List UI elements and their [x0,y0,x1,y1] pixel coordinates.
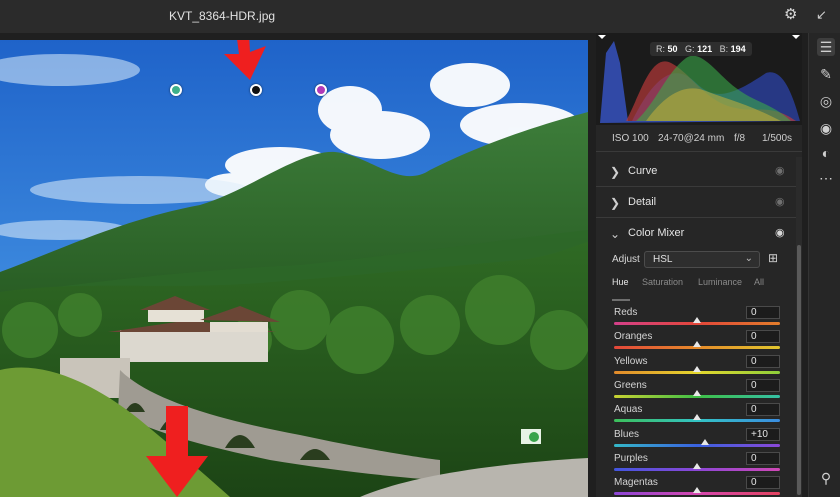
hsl-label: Purples [614,452,648,464]
annotation-arrow-down-icon [224,40,266,80]
hsl-row-reds: Reds 0 [596,306,796,330]
chevron-down-icon: ⌄ [744,253,753,264]
hsl-slider-thumb[interactable] [693,487,701,494]
chevron-right-icon[interactable]: ❯ [610,165,620,179]
section-curve[interactable]: ❯ Curve ◉ [596,157,796,187]
hsl-slider-track[interactable] [614,443,780,447]
hsl-slider-thumb[interactable] [701,438,710,445]
landscape-photo [0,40,588,497]
zoom-icon[interactable]: ⚲ [817,469,835,487]
hsl-label: Greens [614,379,647,391]
hsl-value-field[interactable]: 0 [746,378,780,392]
color-sampler-green[interactable] [170,84,182,96]
image-canvas[interactable] [0,40,588,497]
chevron-right-icon[interactable]: ❯ [610,196,620,210]
more-icon[interactable]: ⋯ [817,169,835,187]
rgb-readout: R: 50 G: 121 B: 194 [650,42,752,56]
panel-scrollbar[interactable] [796,157,802,497]
hsl-value-field[interactable]: 0 [746,354,780,368]
hsl-slider-thumb[interactable] [693,389,701,396]
hsl-slider-thumb[interactable] [693,341,701,348]
hsl-row-yellows: Yellows 0 [596,354,796,379]
hsl-label: Oranges [614,331,653,343]
hsl-row-oranges: Oranges 0 [596,330,796,354]
section-title: Color Mixer [628,227,685,239]
hsl-slider-thumb[interactable] [693,462,701,469]
brush-icon[interactable]: ✎ [817,65,835,83]
exif-iso: ISO 100 [612,133,649,144]
hsl-value-field[interactable]: 0 [746,306,780,319]
hsl-value-field[interactable]: 0 [746,403,780,417]
exif-shutter: 1/500s [762,133,793,144]
hsl-label: Aquas [614,404,643,416]
chevron-down-icon[interactable]: ⌄ [610,227,620,241]
hsl-row-magentas: Magentas 0 [596,476,796,497]
tab-saturation[interactable]: Saturation [642,277,683,287]
tab-all[interactable]: All [754,277,764,287]
section-title: Detail [628,196,657,208]
target-adjustment-icon[interactable]: ⊞ [768,251,784,267]
hsl-value-field[interactable]: 0 [746,451,780,465]
annotation-arrow-down-icon [146,406,208,497]
hsl-label: Reds [614,307,638,318]
section-detail[interactable]: ❯ Detail ◉ [596,188,796,218]
exif-info: ISO 100 24-70@24 mm f/8 1/500s [596,128,802,152]
tab-hue[interactable]: Hue [612,277,629,287]
hsl-slider-thumb[interactable] [693,414,701,421]
section-color-mixer[interactable]: ⌄ Color Mixer ◉ [596,219,796,249]
edit-sliders-icon[interactable]: ☰ [817,38,835,56]
hsl-label: Blues [614,428,640,440]
section-title: Curve [628,165,658,177]
hsl-label: Magentas [614,477,658,489]
hsl-row-aquas: Aquas 0 [596,403,796,427]
eye-icon[interactable]: ◉ [775,196,787,208]
hsl-value-field[interactable]: 0 [746,476,780,490]
tool-strip: ☰ ✎ ◎ ◉ ◐ ⋯ ⚲ [808,33,840,497]
file-name: KVT_8364-HDR.jpg [169,9,276,23]
eye-icon[interactable]: ◉ [775,227,787,239]
edit-panel: R: 50 G: 121 B: 194 ISO 100 24-70@24 mm … [596,33,802,497]
exif-lens: 24-70@24 mm [658,133,725,144]
histogram: R: 50 G: 121 B: 194 [596,33,802,125]
hsl-row-blues: Blues +10 [596,427,796,452]
hsl-slider-thumb[interactable] [693,365,701,372]
hsl-value-field[interactable]: +10 [746,427,780,441]
adjust-dropdown[interactable]: HSL ⌄ [644,251,760,268]
gear-icon[interactable]: ⚙ [784,7,800,23]
exif-aperture: f/8 [734,133,746,144]
adjust-label: Adjust [612,254,640,265]
tab-underline [612,299,630,301]
scrollbar-thumb[interactable] [797,245,801,495]
hsl-row-greens: Greens 0 [596,378,796,403]
mask-icon[interactable]: ◎ [817,92,835,110]
eye-icon[interactable]: ◉ [775,165,787,177]
hsl-slider-thumb[interactable] [693,317,701,323]
hsl-label: Yellows [614,355,648,367]
hsl-row-purples: Purples 0 [596,451,796,476]
color-sampler-purple[interactable] [315,84,327,96]
redeye-icon[interactable]: ◉ [817,119,835,137]
tab-luminance[interactable]: Luminance [698,277,742,287]
collapse-icon[interactable]: ↙ [816,7,832,23]
presets-icon[interactable]: ◐ [817,144,835,162]
hsl-value-field[interactable]: 0 [746,330,780,344]
title-bar: KVT_8364-HDR.jpg ⚙ ↙ [0,0,840,33]
